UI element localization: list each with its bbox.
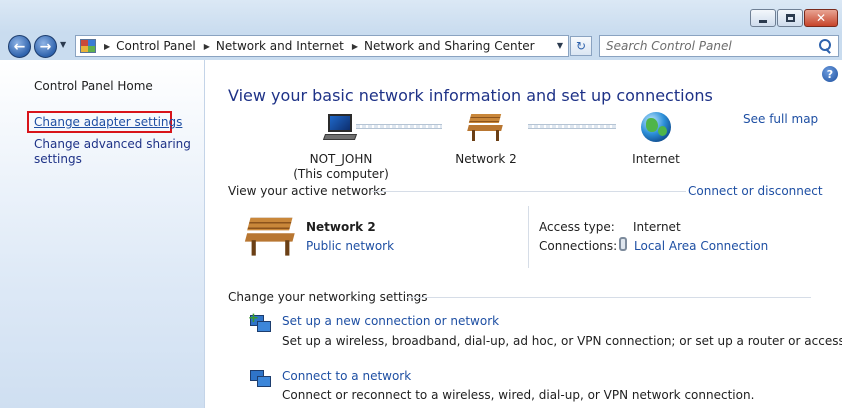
see-full-map-link[interactable]: See full map — [743, 112, 818, 126]
control-panel-icon — [80, 39, 96, 53]
active-network-icon — [244, 215, 296, 261]
setup-new-connection-desc: Set up a wireless, broadband, dial-up, a… — [282, 334, 842, 348]
recent-pages-dropdown[interactable]: ▼ — [60, 40, 66, 49]
connect-to-network-desc: Connect or reconnect to a wireless, wire… — [282, 388, 755, 402]
sidebar-control-panel-home[interactable]: Control Panel Home — [34, 79, 153, 94]
minimize-icon — [759, 19, 767, 23]
minimize-button[interactable] — [750, 9, 776, 27]
access-type-label: Access type: — [539, 220, 615, 234]
search-icon[interactable] — [816, 37, 834, 55]
close-button[interactable]: ✕ — [804, 9, 838, 27]
computer-name: NOT_JOHN — [309, 152, 373, 166]
local-area-connection-link[interactable]: Local Area Connection — [634, 239, 768, 253]
window-controls: ✕ — [749, 9, 838, 27]
divider — [372, 191, 686, 192]
network-name: Network 2 — [455, 152, 517, 166]
access-type-value: Internet — [633, 220, 681, 234]
change-settings-heading: Change your networking settings — [228, 290, 428, 304]
main-content: ? View your basic network information an… — [206, 60, 842, 408]
plug-icon — [619, 237, 627, 251]
divider — [407, 297, 811, 298]
map-node-computer[interactable]: NOT_JOHN (This computer) — [276, 112, 406, 182]
internet-label: Internet — [632, 152, 680, 166]
vertical-divider — [528, 206, 529, 268]
bench-icon — [467, 112, 504, 142]
refresh-icon: ↻ — [575, 39, 587, 53]
network-type-link[interactable]: Public network — [306, 239, 394, 253]
maximize-button[interactable] — [777, 9, 803, 27]
crumb-arrow[interactable]: ▶ — [352, 42, 358, 51]
map-node-internet[interactable]: Internet — [611, 112, 701, 167]
breadcrumb-network-and-internet[interactable]: Network and Internet — [216, 39, 344, 53]
sidebar-item-change-advanced-sharing[interactable]: Change advanced sharing settings — [34, 137, 194, 167]
new-connection-icon: + — [248, 312, 272, 335]
address-dropdown[interactable]: ▼ — [557, 41, 563, 50]
close-icon: ✕ — [815, 11, 827, 25]
active-networks-heading: View your active networks — [228, 184, 387, 198]
globe-icon — [641, 112, 671, 142]
connect-or-disconnect-link[interactable]: Connect or disconnect — [688, 184, 823, 198]
breadcrumb-network-and-sharing-center[interactable]: Network and Sharing Center — [364, 39, 535, 53]
map-connector-line — [356, 124, 442, 129]
computer-note: (This computer) — [293, 167, 389, 181]
sidebar-item-change-adapter-settings[interactable]: Change adapter settings — [34, 115, 182, 130]
back-button[interactable]: ← — [8, 35, 31, 58]
help-icon[interactable]: ? — [822, 66, 838, 82]
active-network-name: Network 2 — [306, 220, 376, 234]
refresh-button[interactable]: ↻ — [570, 36, 592, 56]
connect-network-icon — [248, 368, 272, 390]
bench-icon — [244, 215, 296, 257]
navigation-bar: ← → ▼ ▶ Control Panel ▶ Network and Inte… — [0, 33, 842, 60]
address-bar[interactable]: ▶ Control Panel ▶ Network and Internet ▶… — [75, 35, 569, 57]
setup-new-connection-link[interactable]: Set up a new connection or network — [282, 314, 499, 328]
map-connector-line — [528, 124, 616, 129]
sidebar: Control Panel Home Change adapter settin… — [0, 60, 205, 408]
map-node-network[interactable]: Network 2 — [436, 112, 536, 167]
crumb-arrow[interactable]: ▶ — [204, 42, 210, 51]
back-arrow-icon: ← — [13, 38, 26, 55]
breadcrumb-control-panel[interactable]: Control Panel — [116, 39, 196, 53]
forward-button[interactable]: → — [34, 35, 57, 58]
search-box[interactable] — [599, 35, 839, 57]
forward-arrow-icon: → — [39, 38, 52, 55]
crumb-arrow[interactable]: ▶ — [104, 42, 110, 51]
maximize-icon — [785, 14, 795, 22]
connect-to-network-link[interactable]: Connect to a network — [282, 369, 411, 383]
connections-label: Connections: — [539, 239, 618, 253]
computer-icon — [322, 112, 358, 142]
title-bar: ✕ — [0, 0, 842, 33]
search-input[interactable] — [606, 39, 816, 53]
page-title: View your basic network information and … — [228, 86, 713, 105]
